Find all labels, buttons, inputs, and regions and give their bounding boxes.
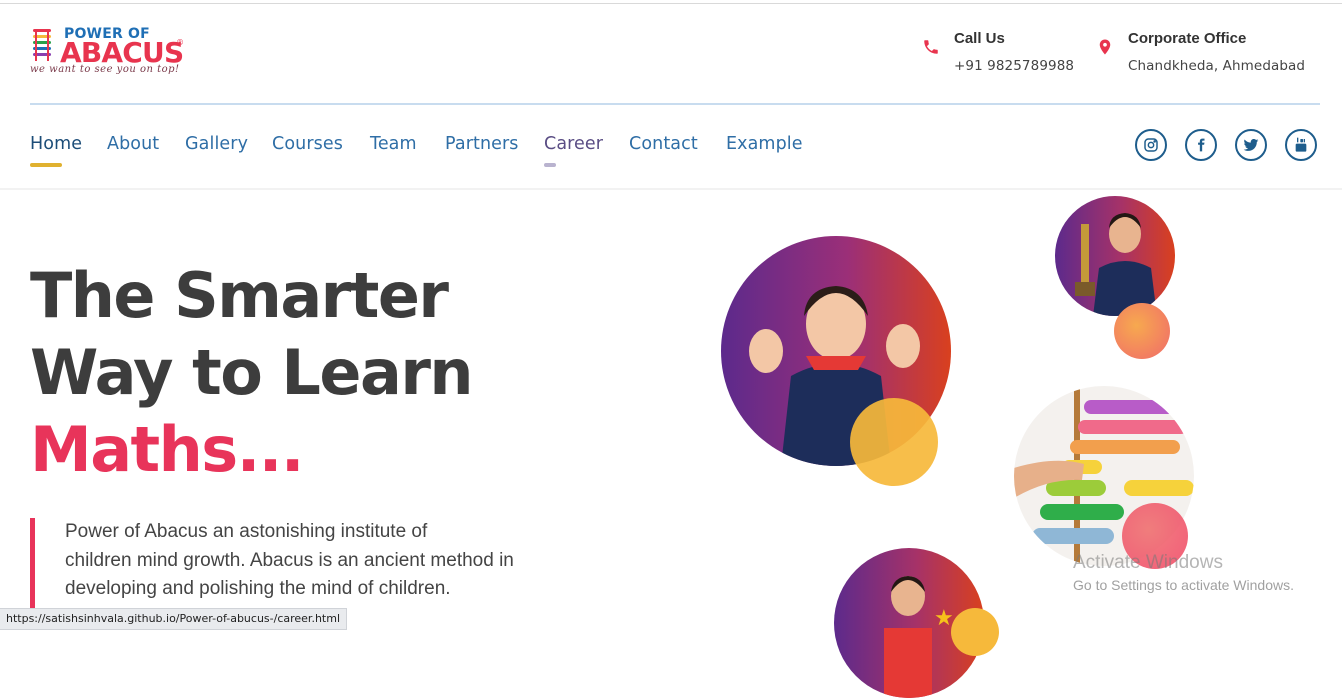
star-icon: ★	[934, 606, 954, 631]
facebook-button[interactable]	[1185, 129, 1217, 161]
phone-icon	[924, 40, 938, 54]
nav-example[interactable]: Example	[726, 134, 803, 154]
instagram-button[interactable]	[1135, 129, 1167, 161]
nav-about[interactable]: About	[107, 134, 159, 154]
nav-home[interactable]: Home	[30, 134, 82, 154]
hero-title-line2: Way to Learn	[30, 336, 474, 409]
contact-office-title: Corporate Office	[1128, 30, 1247, 47]
decor-yellow-blob-small	[951, 608, 999, 656]
hero-description-line: children mind growth. Abacus is an ancie…	[65, 549, 514, 571]
nav-active-indicator	[30, 163, 62, 167]
top-border	[0, 3, 1342, 4]
header-divider	[30, 103, 1320, 105]
hero-description-line: Power of Abacus an astonishing institute…	[65, 521, 428, 542]
youtube-button[interactable]	[1285, 129, 1317, 161]
nav-contact[interactable]: Contact	[629, 134, 698, 154]
header-bottom-edge	[0, 188, 1342, 190]
trophy-boy-illustration	[1075, 213, 1157, 316]
instagram-icon	[1144, 138, 1158, 152]
browser-status-url: https://satishsinhvala.github.io/Power-o…	[0, 608, 348, 630]
hero-title-highlight: Maths...	[30, 413, 304, 486]
windows-watermark-title: Activate Windows	[1073, 552, 1223, 573]
decor-orange-blob	[1114, 303, 1170, 359]
nav-career[interactable]: Career	[544, 134, 603, 154]
contact-office-address: Chandkheda, Ahmedabad	[1128, 58, 1306, 74]
nav-partners[interactable]: Partners	[445, 134, 519, 154]
nav-gallery[interactable]: Gallery	[185, 134, 248, 154]
twitter-button[interactable]	[1235, 129, 1267, 161]
hero-title-line1: The Smarter	[30, 259, 449, 332]
decor-yellow-blob	[850, 398, 938, 486]
facebook-icon	[1198, 138, 1205, 152]
twitter-icon	[1243, 139, 1259, 151]
contact-call-title: Call Us	[954, 30, 1005, 47]
hero-description: Power of Abacus an astonishing institute…	[65, 518, 565, 604]
windows-watermark-subtitle: Go to Settings to activate Windows.	[1073, 577, 1294, 593]
hero-description-line: developing and polishing the mind of chi…	[65, 578, 451, 599]
nav-team[interactable]: Team	[370, 134, 417, 154]
hero-photo-trophy-boy	[1055, 196, 1175, 316]
nav-hover-indicator	[544, 163, 556, 167]
logo-registered-mark: ®	[176, 38, 184, 47]
youtube-icon	[1295, 137, 1307, 152]
contact-call-phone[interactable]: +91 9825789988	[954, 58, 1074, 74]
location-pin-icon	[1099, 39, 1111, 55]
logo-tagline: we want to see you on top!	[30, 64, 180, 75]
nav-courses[interactable]: Courses	[272, 134, 343, 154]
logo[interactable]: POWER OF ABACUS ® we want to see you on …	[30, 26, 190, 80]
abacus-logo-icon	[33, 29, 51, 61]
